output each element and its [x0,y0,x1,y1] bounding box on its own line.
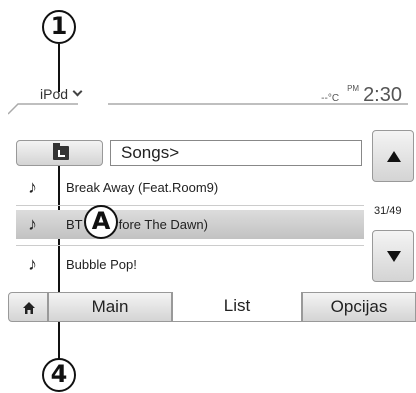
path-field: Songs> [110,140,362,166]
source-selector[interactable]: iPod [40,86,83,102]
source-label: iPod [40,86,69,102]
ampm: PM [347,84,360,93]
status-area: --°C PM 2:30 [321,84,402,107]
callout-A: A [84,205,118,239]
music-note-icon: ♪ [28,214,37,234]
song-title: Bubble Pop! [66,257,137,272]
row-divider [16,205,364,206]
home-icon [23,302,35,314]
triangle-down-icon [387,251,401,262]
tab-main[interactable]: Main [48,292,172,322]
chevron-down-icon [72,86,83,97]
callout-1: 1 [42,10,76,44]
song-title: Break Away (Feat.Room9) [66,180,219,195]
triangle-up-icon [387,151,401,162]
folder-up-button[interactable] [16,140,103,166]
tab-options[interactable]: Opcijas [302,292,416,322]
temperature: --°C [321,93,340,104]
callout-1-leader [58,44,60,92]
home-button[interactable] [8,292,48,322]
row-divider [16,245,364,246]
bottom-tab-bar: Main List Opcijas [8,292,416,322]
music-note-icon: ♪ [28,254,37,274]
clock: 2:30 [363,84,402,106]
list-item-selected[interactable]: ♪ BT fore The Dawn) [16,210,364,239]
scroll-up-button[interactable] [372,130,414,182]
folder-up-icon [53,143,69,160]
tab-list[interactable]: List [172,292,302,322]
scroll-down-button[interactable] [372,230,414,282]
list-item[interactable]: ♪ Break Away (Feat.Room9) [16,173,364,202]
track-counter: 31/49 [374,205,402,217]
callout-4: 4 [42,358,76,392]
list-item[interactable]: ♪ Bubble Pop! [16,250,364,279]
music-note-icon: ♪ [28,177,37,197]
